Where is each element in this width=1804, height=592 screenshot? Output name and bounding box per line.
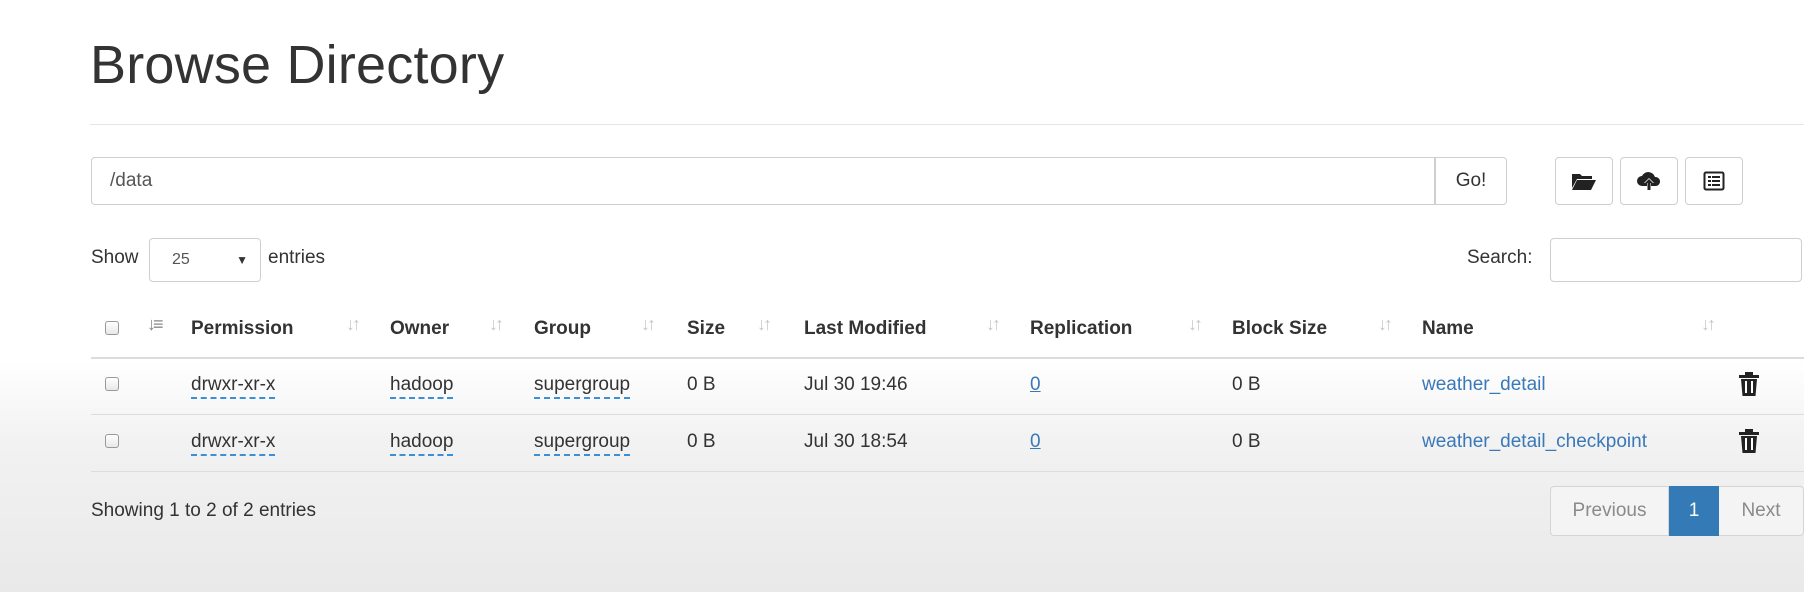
permission-cell[interactable]: drwxr-xr-x — [191, 374, 276, 399]
page-1-button[interactable]: 1 — [1669, 486, 1719, 536]
trash-icon[interactable] — [1738, 371, 1760, 397]
trash-icon[interactable] — [1738, 428, 1760, 454]
sort-icon[interactable]: ↓↑ — [1701, 314, 1716, 335]
column-block-size[interactable]: Block Size — [1232, 318, 1327, 340]
row-checkbox[interactable] — [105, 377, 119, 391]
sort-icon[interactable]: ↓↑ — [489, 314, 504, 335]
column-last-modified[interactable]: Last Modified — [804, 318, 926, 340]
table-info: Showing 1 to 2 of 2 entries — [91, 500, 316, 521]
name-link[interactable]: weather_detail — [1422, 374, 1546, 396]
pagination: Previous 1 Next — [1550, 486, 1804, 536]
table-header: ↓≡ Permission ↓↑ Owner ↓↑ Group ↓↑ Size … — [91, 300, 1804, 359]
entries-select-value: 25 — [172, 251, 190, 268]
column-name[interactable]: Name — [1422, 318, 1474, 340]
block-size-cell: 0 B — [1232, 374, 1261, 395]
last-modified-cell: Jul 30 19:46 — [804, 374, 908, 395]
upload-button[interactable] — [1620, 157, 1678, 205]
column-replication[interactable]: Replication — [1030, 318, 1132, 340]
show-label: Show — [91, 247, 139, 268]
owner-cell[interactable]: hadoop — [390, 374, 454, 399]
owner-cell[interactable]: hadoop — [390, 431, 454, 456]
sort-icon[interactable]: ↓↑ — [1378, 314, 1393, 335]
column-size[interactable]: Size — [687, 318, 725, 340]
replication-cell[interactable]: 0 — [1030, 431, 1041, 453]
select-all-checkbox[interactable] — [105, 321, 119, 335]
column-group[interactable]: Group — [534, 318, 591, 340]
sort-icon[interactable]: ↓↑ — [1188, 314, 1203, 335]
table-row: drwxr-xr-x hadoop supergroup 0 B Jul 30 … — [91, 414, 1804, 472]
sort-icon[interactable]: ↓↑ — [757, 314, 772, 335]
folder-open-icon — [1572, 174, 1596, 190]
create-directory-button[interactable] — [1555, 157, 1613, 205]
search-input[interactable] — [1550, 238, 1802, 282]
title-divider — [90, 124, 1804, 125]
sort-icon[interactable]: ↓↑ — [986, 314, 1001, 335]
next-button[interactable]: Next — [1719, 486, 1804, 536]
sort-icon[interactable]: ↓↑ — [641, 314, 656, 335]
entries-per-page-select[interactable]: 25 ▼ — [149, 238, 261, 282]
entries-label: entries — [268, 247, 326, 268]
caret-down-icon: ▼ — [236, 253, 248, 267]
page-title: Browse Directory — [90, 35, 505, 95]
cloud-upload-icon — [1637, 172, 1661, 190]
group-cell[interactable]: supergroup — [534, 374, 631, 399]
permission-cell[interactable]: drwxr-xr-x — [191, 431, 276, 456]
sort-asc-icon[interactable]: ↓≡ — [147, 314, 163, 335]
column-permission[interactable]: Permission — [191, 318, 293, 340]
table-row: drwxr-xr-x hadoop supergroup 0 B Jul 30 … — [91, 357, 1804, 415]
name-link[interactable]: weather_detail_checkpoint — [1422, 431, 1647, 453]
block-size-cell: 0 B — [1232, 431, 1261, 452]
sort-icon[interactable]: ↓↑ — [346, 314, 361, 335]
group-cell[interactable]: supergroup — [534, 431, 631, 456]
list-icon — [1703, 171, 1725, 191]
last-modified-cell: Jul 30 18:54 — [804, 431, 908, 452]
path-input[interactable] — [91, 157, 1435, 205]
go-button[interactable]: Go! — [1435, 157, 1507, 205]
search-label: Search: — [1467, 247, 1533, 268]
column-owner[interactable]: Owner — [390, 318, 449, 340]
row-checkbox[interactable] — [105, 434, 119, 448]
replication-cell[interactable]: 0 — [1030, 374, 1041, 396]
size-cell: 0 B — [687, 374, 716, 395]
previous-button[interactable]: Previous — [1550, 486, 1669, 536]
size-cell: 0 B — [687, 431, 716, 452]
cut-paste-button[interactable] — [1685, 157, 1743, 205]
